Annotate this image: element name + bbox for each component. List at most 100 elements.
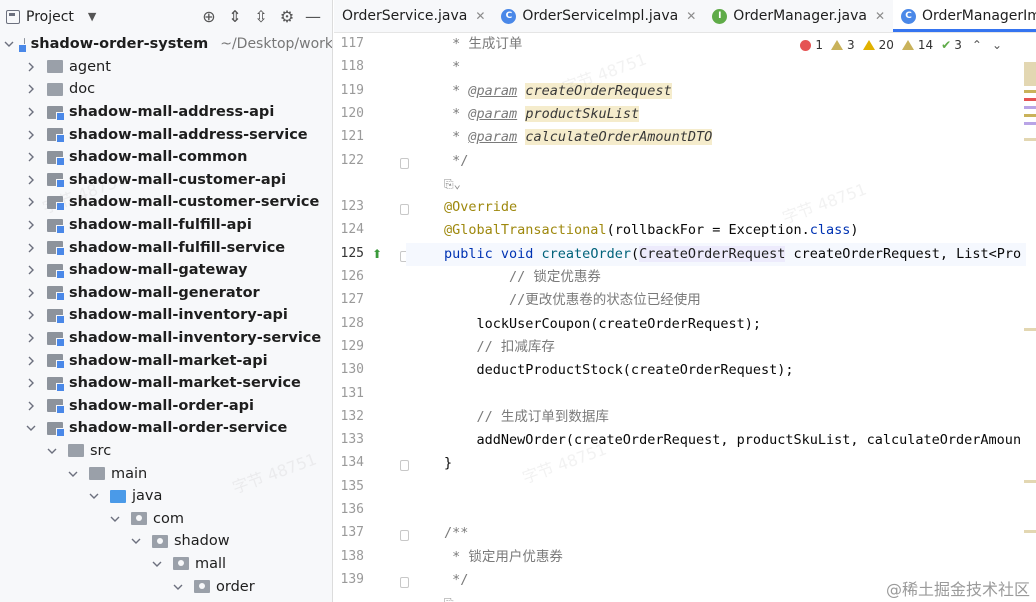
editor-tab[interactable]: I OrderManager.java ✕	[704, 0, 893, 32]
tree-node[interactable]: shadow-mall-inventory-api	[0, 304, 332, 327]
scroll-marker[interactable]	[1024, 106, 1036, 109]
chevron-right-icon[interactable]	[25, 377, 37, 389]
tree-node[interactable]: shadow-mall-inventory-service	[0, 327, 332, 350]
chevron-right-icon[interactable]	[25, 400, 37, 412]
scrollbar-markers[interactable]	[1024, 60, 1036, 600]
editor-tab[interactable]: COrderManagerImpl.java✕	[893, 0, 1036, 32]
code-line[interactable]	[406, 383, 1026, 406]
code-line[interactable]: * @param createOrderRequest	[406, 80, 1026, 103]
code-line[interactable]: // 扣减库存	[406, 336, 1026, 359]
expand-all-icon[interactable]: ⇕	[222, 7, 248, 26]
chevron-right-icon[interactable]	[25, 129, 37, 141]
tree-node[interactable]: shadow-mall-common	[0, 146, 332, 169]
scroll-marker[interactable]	[1024, 114, 1036, 117]
code-line[interactable]: */	[406, 150, 1026, 173]
tree-node[interactable]: main	[0, 462, 332, 485]
previous-highlight-icon[interactable]: ⌃	[972, 38, 982, 52]
chevron-down-icon[interactable]	[88, 490, 100, 502]
chevron-down-icon[interactable]	[130, 535, 142, 547]
tree-node[interactable]: agent	[0, 56, 332, 79]
chevron-down-icon[interactable]	[109, 513, 121, 525]
project-view-selector[interactable]: Project	[26, 9, 74, 25]
tree-node[interactable]: java	[0, 485, 332, 508]
tree-node[interactable]: shadow-mall-address-service	[0, 123, 332, 146]
code-line[interactable]: * @param productSkuList	[406, 103, 1026, 126]
tree-node[interactable]: shadow	[0, 530, 332, 553]
tree-node[interactable]: shadow-mall-market-api	[0, 349, 332, 372]
scroll-marker[interactable]	[1024, 138, 1036, 141]
chevron-right-icon[interactable]	[25, 151, 37, 163]
close-icon[interactable]: ✕	[475, 9, 485, 23]
editor-tab[interactable]: C OrderServiceImpl.java ✕	[493, 0, 704, 32]
editor-tab[interactable]: OrderService.java ✕	[334, 0, 493, 32]
chevron-down-icon[interactable]	[172, 581, 184, 593]
chevron-down-icon[interactable]: ▼	[88, 10, 96, 23]
inspection-widget[interactable]: 1 3 20 14 ✔ 3 ⌃ ⌄	[792, 38, 1002, 52]
code-line[interactable]: lockUserCoupon(createOrderRequest);	[406, 313, 1026, 336]
tree-node[interactable]: shadow-mall-market-service	[0, 372, 332, 395]
code-line[interactable]: * @param calculateOrderAmountDTO	[406, 126, 1026, 149]
scroll-marker[interactable]	[1024, 530, 1036, 533]
tree-node[interactable]: shadow-order-system ~/Desktop/work	[0, 33, 332, 56]
chevron-right-icon[interactable]	[25, 196, 37, 208]
tree-node[interactable]: shadow-mall-generator	[0, 282, 332, 305]
code-line[interactable]: //更改优惠卷的状态位已经使用	[406, 289, 1026, 312]
scroll-marker[interactable]	[1024, 62, 1036, 86]
code-line[interactable]: *	[406, 56, 1026, 79]
chevron-right-icon[interactable]	[25, 174, 37, 186]
implements-method-icon[interactable]: ⬆	[372, 247, 382, 261]
chevron-down-icon[interactable]	[4, 38, 14, 50]
chevron-down-icon[interactable]	[46, 445, 58, 457]
chevron-right-icon[interactable]	[25, 309, 37, 321]
scroll-marker[interactable]	[1024, 98, 1036, 101]
minimize-icon[interactable]: —	[300, 7, 326, 26]
code-line[interactable]: ⎘⌄	[406, 173, 1026, 196]
chevron-right-icon[interactable]	[25, 264, 37, 276]
code-area[interactable]: * 生成订单 * * @param createOrderRequest * @…	[406, 33, 1026, 602]
close-icon[interactable]: ✕	[875, 9, 885, 23]
ok-count[interactable]: ✔ 3	[941, 38, 962, 52]
gear-icon[interactable]: ⚙	[274, 7, 300, 26]
next-highlight-icon[interactable]: ⌄	[992, 38, 1002, 52]
tree-node[interactable]: shadow-mall-order-api	[0, 395, 332, 418]
tree-node[interactable]: shadow-mall-fulfill-service	[0, 236, 332, 259]
code-line[interactable]: public void createOrder(CreateOrderReque…	[406, 242, 1026, 266]
target-icon[interactable]: ⊕	[196, 7, 222, 26]
code-line[interactable]: @GlobalTransactional(rollbackFor = Excep…	[406, 219, 1026, 242]
chevron-down-icon[interactable]	[25, 422, 37, 434]
error-count[interactable]: 1	[800, 38, 823, 52]
tree-node[interactable]: shadow-mall-gateway	[0, 259, 332, 282]
weak-warning-count[interactable]: 3	[830, 38, 855, 52]
scroll-marker[interactable]	[1024, 328, 1036, 331]
typo-count[interactable]: 14	[901, 38, 933, 52]
tree-node[interactable]: shadow-mall-fulfill-api	[0, 214, 332, 237]
code-line[interactable]: }	[406, 452, 1026, 475]
tree-node[interactable]: shadow-mall-address-api	[0, 101, 332, 124]
chevron-right-icon[interactable]	[25, 242, 37, 254]
warning-count[interactable]: 20	[862, 38, 894, 52]
chevron-right-icon[interactable]	[25, 106, 37, 118]
chevron-right-icon[interactable]	[25, 61, 37, 73]
chevron-right-icon[interactable]	[25, 287, 37, 299]
chevron-right-icon[interactable]	[25, 219, 37, 231]
code-line[interactable]	[406, 499, 1026, 522]
code-line[interactable]	[406, 476, 1026, 499]
code-line[interactable]: // 生成订单到数据库	[406, 406, 1026, 429]
collapse-all-icon[interactable]: ⇳	[248, 7, 274, 26]
tree-node[interactable]: order	[0, 575, 332, 598]
code-line[interactable]: /**	[406, 522, 1026, 545]
chevron-down-icon[interactable]	[151, 558, 163, 570]
code-line[interactable]: // 锁定优惠券	[406, 266, 1026, 289]
code-line[interactable]: * 锁定用户优惠券	[406, 546, 1026, 569]
scroll-marker[interactable]	[1024, 122, 1036, 125]
scroll-marker[interactable]	[1024, 480, 1036, 483]
tree-node[interactable]: mall	[0, 553, 332, 576]
tree-node[interactable]: shadow-mall-order-service	[0, 417, 332, 440]
tree-node[interactable]: shadow-mall-customer-api	[0, 169, 332, 192]
code-line[interactable]: @Override	[406, 196, 1026, 219]
close-icon[interactable]: ✕	[686, 9, 696, 23]
tree-node[interactable]: shadow-mall-customer-service	[0, 191, 332, 214]
tree-node[interactable]: src	[0, 440, 332, 463]
tree-node[interactable]: com	[0, 507, 332, 530]
tree-node[interactable]: doc	[0, 78, 332, 101]
